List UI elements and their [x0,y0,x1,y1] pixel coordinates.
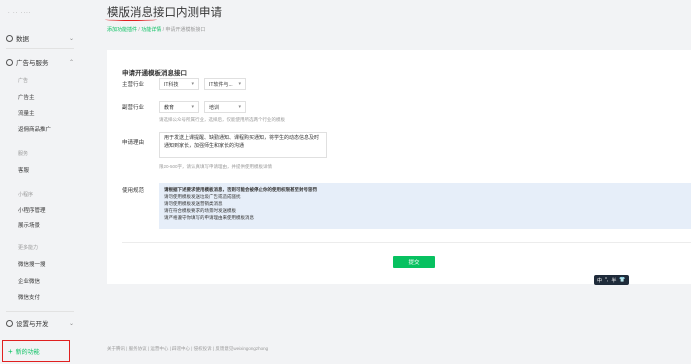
account-logo-text: · ·· ···· [8,10,32,16]
select-value: IT科技 [164,81,179,88]
sidebar-item-commission[interactable]: 返佣商品推广 [18,125,51,133]
sidebar-item-scene[interactable]: 展示场景 [18,221,40,229]
sidebar-item-advertiser[interactable]: 广告主 [18,93,35,101]
sidebar-subheading: 更多能力 [18,245,39,251]
main-industry-select-secondary[interactable]: IT软件与... ▾ [204,78,246,90]
sidebar-group-label: 设置与开发 [16,321,49,328]
chevron-down-icon: ▾ [191,81,194,87]
sidebar-item-search[interactable]: 微信搜一搜 [18,260,46,268]
main-content: 模版消息接口内测申请 添加功能插件 / 功能详情 / 申请开通模板接口 申请开通… [92,0,691,364]
divider [6,48,74,49]
select-value: 培训 [209,104,220,111]
new-feature-button[interactable]: + 新的功能 [2,340,70,362]
plus-icon: + [8,346,13,356]
breadcrumb: 添加功能插件 / 功能详情 / 申请开通模板接口 [107,26,205,33]
breadcrumb-link-detail[interactable]: 功能详情 [141,27,161,33]
chevron-down-icon: ⌄ [68,35,74,42]
sidebar-group-ads[interactable]: 广告与服务 ⌃ [6,57,74,67]
sidebar: · ·· ···· 数据 ⌄ 广告与服务 ⌃ 广告 广告主 流量主 返佣商品推广… [0,0,80,364]
ad-icon [6,58,13,66]
ime-mode-indicator[interactable]: 中 [597,277,602,284]
ime-width-indicator[interactable]: 半 [611,277,616,284]
ime-skin-icon[interactable]: 👕 [619,277,625,283]
reason-label: 申请理由 [122,140,145,146]
select-value: IT软件与... [209,81,233,88]
sub-industry-label: 副营行业 [122,105,145,111]
sidebar-group-settings[interactable]: 设置与开发 ⌄ [6,318,74,328]
rule-item: 请勿使用模板发送垃圾广告或造成骚扰 [164,194,241,199]
title-underline-annotation [105,18,157,21]
ime-punctuation-indicator[interactable]: °, [605,277,608,283]
industry-hint: 请选择公众号所属行业，选择后，仅能使用所选两个行业的模板 [159,117,285,122]
divider [6,311,74,312]
rule-item: 请严格遵守你填写的申请理由来使用模板消息 [164,215,254,220]
usage-rules-notice: 请根据下述要求使用模板消息，否则可能会被停止你的使用权限甚至封号惩罚 请勿使用模… [159,183,691,229]
sidebar-subheading: 小程序 [18,192,34,198]
chevron-down-icon: ▾ [238,104,241,110]
breadcrumb-current: 申请开通模板接口 [165,27,206,33]
sidebar-subheading: 服务 [18,151,29,157]
sidebar-group-label: 数据 [16,36,29,43]
reason-hint: 限20-500字，请认真填写申请理由，并提供使用模板详情 [159,164,273,169]
rules-label: 使用规范 [122,188,145,194]
rule-item: 请在符合模板要求的场景时发送模板 [164,208,236,213]
ime-toolbar[interactable]: 中 °, 半 👕 [594,275,629,285]
gear-icon [6,319,13,327]
new-feature-label: 新的功能 [15,349,40,356]
rule-item: 请根据下述要求使用模板消息，否则可能会被停止你的使用权限甚至封号惩罚 [164,187,317,192]
main-industry-select-primary[interactable]: IT科技 ▾ [159,78,199,90]
sidebar-group-data[interactable]: 数据 ⌄ [6,33,74,43]
form-title: 申请开通模板消息接口 [122,70,187,77]
sidebar-group-label: 广告与服务 [16,60,49,67]
rule-item: 请勿使用模板发送营销类消息 [164,201,223,206]
chevron-down-icon: ⌄ [68,320,74,327]
sidebar-subheading: 广告 [18,78,29,84]
chevron-up-icon: ⌃ [68,59,74,66]
sub-industry-select-secondary[interactable]: 培训 ▾ [204,101,246,113]
chevron-down-icon: ▾ [238,81,241,87]
sidebar-item-support[interactable]: 客服 [18,166,29,174]
submit-button[interactable]: 提交 [393,256,435,268]
sidebar-item-traffic[interactable]: 流量主 [18,109,35,117]
divider [122,242,691,243]
footer-links: 关于腾讯 | 服务协议 | 运营中心 | 辟谣中心 | 侵权投诉 | 反馈意见w… [107,346,269,351]
application-form: 申请开通模板消息接口 主营行业 IT科技 ▾ IT软件与... ▾ 副营行业 教… [107,50,691,284]
sidebar-item-wecom[interactable]: 企业微信 [18,277,40,285]
chevron-down-icon: ▾ [191,104,194,110]
reason-textarea[interactable]: 用于发送上课提醒、缺勤通知、课程购买通知，将学生的动态信息及时通知到家长，加强师… [159,132,327,158]
sidebar-item-pay[interactable]: 微信支付 [18,293,40,301]
main-industry-label: 主营行业 [122,82,145,88]
sub-industry-select-primary[interactable]: 教育 ▾ [159,101,199,113]
select-value: 教育 [164,104,175,111]
breadcrumb-link-plugins[interactable]: 添加功能插件 [107,27,137,33]
sidebar-item-miniprogram[interactable]: 小程序管理 [18,206,46,214]
clock-icon [6,34,13,42]
